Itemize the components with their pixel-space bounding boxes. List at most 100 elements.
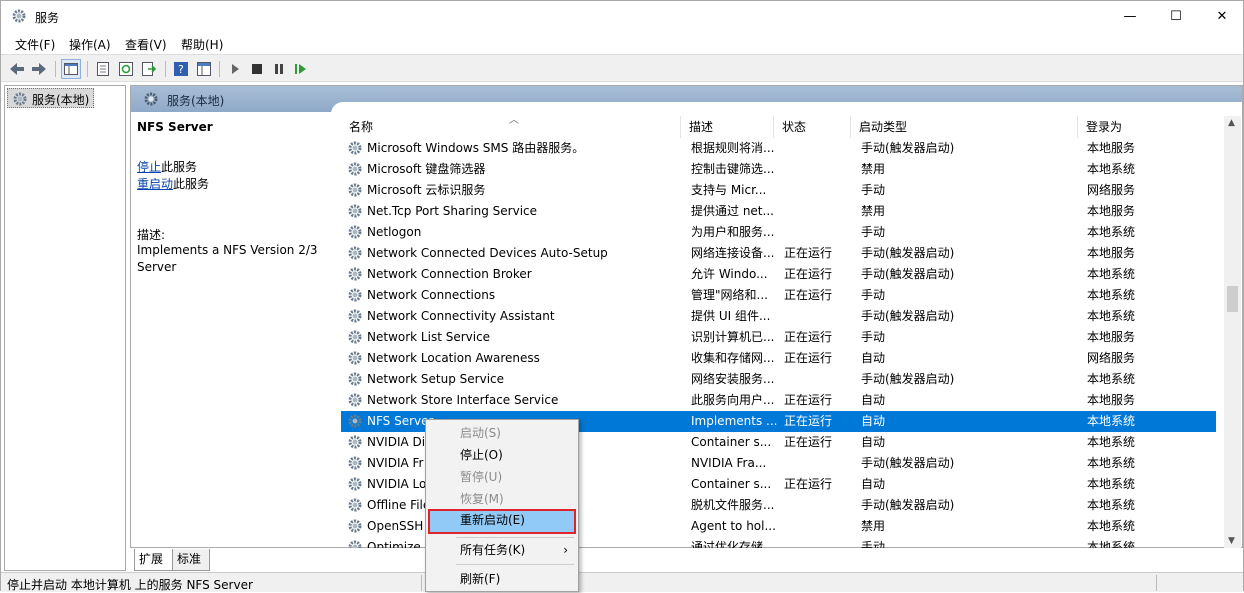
stop-service-link[interactable]: 停止 — [137, 160, 161, 174]
service-status-cell: 正在运行 — [784, 435, 833, 449]
service-startup-cell: 自动 — [861, 435, 886, 449]
service-row[interactable]: Netlogon 为用户和服务... 手动 本地系统 — [341, 222, 1216, 243]
service-startup-cell: 手动(触发器启动) — [861, 267, 955, 281]
console-tree-icon[interactable] — [61, 59, 81, 79]
tab-extended[interactable]: 扩展 — [134, 549, 174, 571]
restart-service-link[interactable]: 重启动 — [137, 177, 173, 191]
tab-standard[interactable]: 标准 — [172, 549, 210, 571]
service-gear-icon — [347, 182, 363, 201]
service-row[interactable]: Network Setup Service 网络安装服务... 手动(触发器启动) 本… — [341, 369, 1216, 390]
service-row[interactable]: Microsoft 键盘筛选器 控制击键筛选... 禁用 本地系统 — [341, 159, 1216, 180]
back-icon[interactable] — [7, 59, 27, 79]
service-name-cell: Microsoft 键盘筛选器 — [347, 159, 677, 180]
service-description-cell: 通过优化存储... — [691, 540, 775, 548]
service-status-cell: 正在运行 — [784, 393, 833, 407]
menu-file[interactable]: 文件(F) — [15, 36, 55, 53]
service-name-cell: Network Connection Broker — [347, 264, 677, 285]
service-row[interactable]: Network Connected Devices Auto-Setup 网络连接… — [341, 243, 1216, 264]
service-row[interactable]: Net.Tcp Port Sharing Service 提供通过 net... 禁… — [341, 201, 1216, 222]
column-header-description[interactable]: 描述 — [681, 116, 774, 138]
service-logon-cell: 本地系统 — [1087, 267, 1136, 281]
menu-action[interactable]: 操作(A) — [69, 36, 111, 53]
menu-item-refresh[interactable]: 刷新(F) — [428, 568, 576, 590]
scroll-up-icon[interactable]: ▲ — [1228, 118, 1235, 128]
pause-service-icon[interactable] — [269, 59, 289, 79]
column-header-logon-as[interactable]: 登录为 — [1078, 116, 1216, 138]
service-gear-icon — [347, 287, 363, 306]
service-logon-cell: 网络服务 — [1087, 183, 1136, 197]
help-icon[interactable]: ? — [171, 59, 191, 79]
stop-service-icon[interactable] — [247, 59, 267, 79]
submenu-arrow-icon: › — [563, 543, 568, 557]
description-label: 描述: — [137, 228, 166, 242]
service-row[interactable]: Network Store Interface Service 此服务向用户...… — [341, 390, 1216, 411]
service-logon-cell: 本地系统 — [1087, 288, 1136, 302]
minimize-button[interactable]: — — [1107, 1, 1153, 32]
service-logon-cell: 本地服务 — [1087, 330, 1136, 344]
column-header-startup-type[interactable]: 启动类型 — [851, 116, 1078, 138]
scrollbar-thumb[interactable] — [1227, 286, 1238, 312]
snapin-view-icon[interactable] — [194, 59, 214, 79]
service-logon-cell: 本地服务 — [1087, 204, 1136, 218]
description-text-line2: Server — [137, 260, 177, 274]
menu-item-restart[interactable]: 重新启动(E) — [428, 509, 576, 534]
menu-item-stop[interactable]: 停止(O) — [428, 444, 576, 466]
service-row[interactable]: Network Location Awareness 收集和存储网... 正在运行 自… — [341, 348, 1216, 369]
forward-icon[interactable] — [29, 59, 49, 79]
maximize-button[interactable]: ☐ — [1153, 1, 1199, 32]
service-description-cell: 支持与 Micr... — [691, 183, 767, 197]
export-list-icon[interactable] — [139, 59, 159, 79]
scroll-down-icon[interactable]: ▼ — [1228, 536, 1235, 546]
close-button[interactable]: ✕ — [1199, 1, 1244, 32]
tree-item-services-local[interactable]: 服务(本地) — [7, 88, 95, 108]
console-tree: 服务(本地) — [4, 85, 126, 571]
menu-item-resume[interactable]: 恢复(M) — [428, 488, 576, 510]
service-startup-cell: 手动 — [861, 540, 886, 548]
service-gear-icon — [347, 455, 363, 474]
service-logon-cell: 本地系统 — [1087, 540, 1136, 548]
service-row[interactable]: Network Connections 管理"网络和... 正在运行 手动 本地系统 — [341, 285, 1216, 306]
menu-item-pause[interactable]: 暂停(U) — [428, 466, 576, 488]
menu-item-all-tasks[interactable]: 所有任务(K) › — [428, 539, 576, 561]
properties-icon[interactable] — [93, 59, 113, 79]
service-startup-cell: 手动(触发器启动) — [861, 372, 955, 386]
menu-item-start[interactable]: 启动(S) — [428, 422, 576, 444]
service-logon-cell: 本地服务 — [1087, 141, 1136, 155]
stop-link-suffix: 此服务 — [161, 160, 198, 174]
service-name-cell: Network Setup Service — [347, 369, 677, 390]
service-status-cell: 正在运行 — [784, 351, 833, 365]
service-logon-cell: 本地系统 — [1087, 414, 1136, 428]
menu-view[interactable]: 查看(V) — [125, 36, 167, 53]
restart-service-icon[interactable] — [291, 59, 311, 79]
column-header-name[interactable]: ︿ 名称 — [341, 115, 681, 138]
service-startup-cell: 禁用 — [861, 204, 886, 218]
service-row[interactable]: Network Connection Broker 允许 Windo... 正在运行… — [341, 264, 1216, 285]
service-gear-icon — [347, 203, 363, 222]
refresh-icon[interactable] — [116, 59, 136, 79]
start-service-icon[interactable] — [225, 59, 245, 79]
service-row[interactable]: Microsoft 云标识服务 支持与 Micr... 手动 网络服务 — [341, 180, 1216, 201]
service-description-cell: Implements ... — [691, 414, 777, 428]
service-gear-icon — [347, 539, 363, 548]
toolbar: ? — [1, 54, 1243, 82]
column-header-status[interactable]: 状态 — [774, 116, 851, 138]
service-gear-icon — [347, 308, 363, 327]
service-row[interactable]: Network List Service 识别计算机已... 正在运行 手动 本地服务 — [341, 327, 1216, 348]
service-name-cell: Network Connected Devices Auto-Setup — [347, 243, 677, 264]
service-startup-cell: 手动(触发器启动) — [861, 309, 955, 323]
service-gear-icon — [347, 371, 363, 390]
menu-help[interactable]: 帮助(H) — [181, 36, 223, 53]
service-startup-cell: 手动 — [861, 330, 886, 344]
service-description-cell: Container s... — [691, 477, 772, 491]
service-row[interactable]: Microsoft Windows SMS 路由器服务。 根据规则将消... 手动(… — [341, 138, 1216, 159]
selected-service-name: NFS Server — [137, 120, 213, 134]
status-bar: 停止并启动 本地计算机 上的服务 NFS Server — [1, 572, 1243, 592]
service-row[interactable]: Network Connectivity Assistant 提供 UI 组件..… — [341, 306, 1216, 327]
service-startup-cell: 自动 — [861, 477, 886, 491]
gear-services-icon — [13, 92, 27, 106]
service-startup-cell: 手动(触发器启动) — [861, 498, 955, 512]
description-text-line1: Implements a NFS Version 2/3 — [137, 243, 318, 257]
vertical-scrollbar[interactable]: ▲ ▼ — [1224, 116, 1241, 548]
service-description-cell: 允许 Windo... — [691, 267, 768, 281]
service-description-cell: 网络连接设备... — [691, 246, 775, 260]
